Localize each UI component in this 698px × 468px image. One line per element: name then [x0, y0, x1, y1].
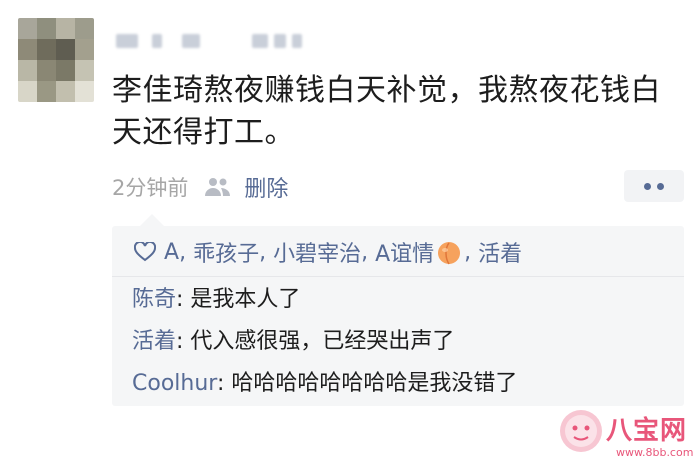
peach-emoji-icon — [436, 239, 462, 265]
comment-text: 代入感很强，已经哭出声了 — [190, 329, 455, 354]
like-name[interactable]: A谊情 — [375, 236, 434, 268]
watermark-logo-icon — [560, 410, 602, 452]
comment-author[interactable]: 活着 — [132, 329, 176, 354]
post-time: 2分钟前 — [112, 176, 189, 200]
watermark-url: www.8bb.com — [616, 446, 694, 459]
comment-text: 是我本人了 — [190, 287, 301, 312]
comment-author[interactable]: 陈奇 — [132, 287, 176, 312]
post-text: 李佳琦熬夜赚钱白天补觉，我熬夜花钱白天还得打工。 — [112, 73, 661, 150]
more-actions-button[interactable] — [624, 170, 684, 202]
dot-icon — [657, 182, 664, 190]
comment-item[interactable]: Coolhur: 哈哈哈哈哈哈哈哈是我没错了 — [132, 370, 517, 398]
like-name[interactable]: 小碧宰治 — [273, 236, 361, 268]
username-blurred[interactable] — [112, 30, 312, 56]
comment-box: A, 乖孩子, 小碧宰治, A谊情 , 活着 陈奇: 是我本人了 活着: 代入感… — [112, 214, 684, 406]
likes-row: A, 乖孩子, 小碧宰治, A谊情 , 活着 — [133, 232, 522, 272]
divider — [112, 276, 684, 277]
like-name[interactable]: 活着 — [478, 236, 522, 268]
avatar[interactable] — [18, 18, 94, 102]
post-meta: 2分钟前 删除 — [112, 172, 288, 202]
comment-text: 哈哈哈哈哈哈哈哈是我没错了 — [231, 371, 518, 396]
watermark-brand: 八宝网 — [606, 416, 688, 446]
delete-button[interactable]: 删除 — [244, 171, 288, 203]
heart-icon — [133, 240, 157, 262]
dot-icon — [644, 182, 651, 190]
comment-item[interactable]: 活着: 代入感很强，已经哭出声了 — [132, 328, 454, 356]
comment-item[interactable]: 陈奇: 是我本人了 — [132, 286, 300, 314]
like-name[interactable]: A — [164, 240, 179, 265]
like-name[interactable]: 乖孩子 — [193, 236, 259, 268]
visibility-people-icon[interactable] — [204, 176, 232, 198]
comment-author[interactable]: Coolhur — [132, 371, 217, 396]
watermark: 八宝网 www.8bb.com — [558, 406, 694, 462]
